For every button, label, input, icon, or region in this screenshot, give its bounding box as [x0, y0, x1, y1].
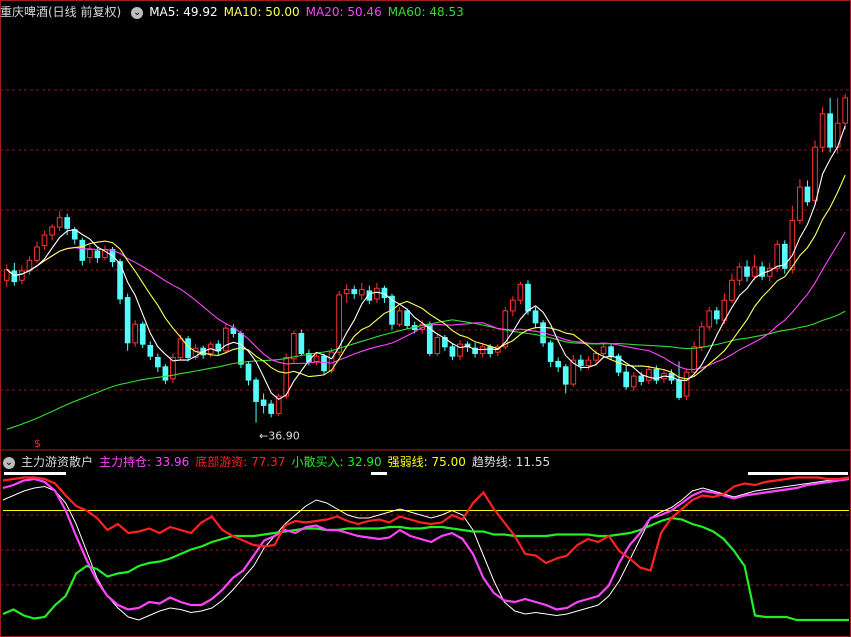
candle-up — [374, 287, 380, 300]
candle-up — [812, 146, 818, 201]
candle-up — [358, 289, 365, 296]
zhuli-line — [2, 477, 850, 611]
candle-down — [268, 403, 274, 414]
candle-up — [49, 226, 55, 236]
candle-up — [87, 249, 93, 259]
candle-down — [827, 113, 833, 148]
candle-down — [578, 359, 584, 366]
candle-down — [245, 363, 252, 381]
candle-up — [797, 186, 803, 221]
candle-down — [147, 344, 154, 357]
candle-up — [600, 346, 607, 354]
candle-up — [698, 326, 705, 348]
candle-up — [56, 217, 63, 228]
candle-down — [744, 266, 750, 277]
candle-down — [162, 366, 169, 381]
candle-down — [638, 375, 645, 382]
candle-down — [404, 310, 410, 327]
candle-up — [630, 375, 637, 388]
candle-down — [713, 310, 720, 320]
candle-down — [547, 342, 554, 362]
candle-down — [79, 239, 86, 261]
candle-down — [532, 310, 539, 324]
candle-up — [177, 338, 184, 358]
candle-down — [11, 270, 18, 283]
candle-up — [691, 346, 697, 373]
candle-up — [819, 113, 826, 148]
signal-bar — [371, 472, 387, 475]
candle-down — [155, 356, 161, 368]
candle-up — [132, 323, 139, 344]
signal-bar — [748, 472, 848, 475]
candle-up — [343, 289, 350, 295]
candle-down — [260, 399, 267, 406]
candle-up — [517, 283, 524, 301]
candle-down — [298, 333, 305, 354]
ma5-line — [6, 125, 846, 400]
candle-down — [449, 346, 456, 357]
qushi-line — [2, 477, 850, 621]
candle-up — [842, 97, 849, 124]
candle-up — [434, 337, 441, 354]
candle-down — [321, 355, 327, 372]
candle-up — [19, 270, 25, 281]
candle-up — [222, 327, 229, 352]
ma20-line — [6, 231, 846, 371]
candle-up — [774, 243, 781, 269]
candle-up — [593, 352, 599, 361]
candle-down — [562, 366, 569, 385]
candle-down — [64, 217, 71, 229]
candle-up — [729, 279, 735, 301]
candle-down — [487, 346, 494, 354]
candle-up — [510, 299, 516, 312]
candle-up — [34, 246, 40, 261]
youzi-line — [2, 476, 850, 572]
chart-canvas[interactable]: ←36.90 $ — [0, 0, 851, 637]
signal-bar — [4, 472, 66, 475]
candle-up — [736, 266, 743, 281]
candle-down — [351, 289, 358, 295]
candle-up — [290, 333, 297, 360]
candle-up — [313, 355, 320, 362]
ma10-line — [6, 174, 846, 380]
candle-down — [608, 346, 614, 357]
candle-up — [789, 219, 796, 271]
candle-down — [525, 283, 531, 312]
candle-up — [683, 371, 690, 397]
candle-down — [804, 186, 811, 203]
candle-down — [623, 371, 630, 388]
candle-down — [253, 379, 259, 402]
candle-up — [645, 368, 652, 381]
candle-down — [139, 323, 146, 345]
candle-up — [396, 310, 403, 325]
candle-up — [479, 346, 486, 354]
candle-down — [555, 360, 562, 368]
candle-down — [124, 297, 131, 344]
candle-up — [41, 234, 48, 247]
signal-marker: $ — [34, 437, 41, 450]
candle-down — [676, 379, 682, 398]
candle-up — [751, 266, 758, 277]
candle-up — [585, 359, 592, 366]
min-price-annotation: ←36.90 — [259, 430, 300, 443]
candle-up — [706, 310, 713, 328]
candle-down — [94, 250, 101, 259]
candle-up — [457, 343, 463, 357]
